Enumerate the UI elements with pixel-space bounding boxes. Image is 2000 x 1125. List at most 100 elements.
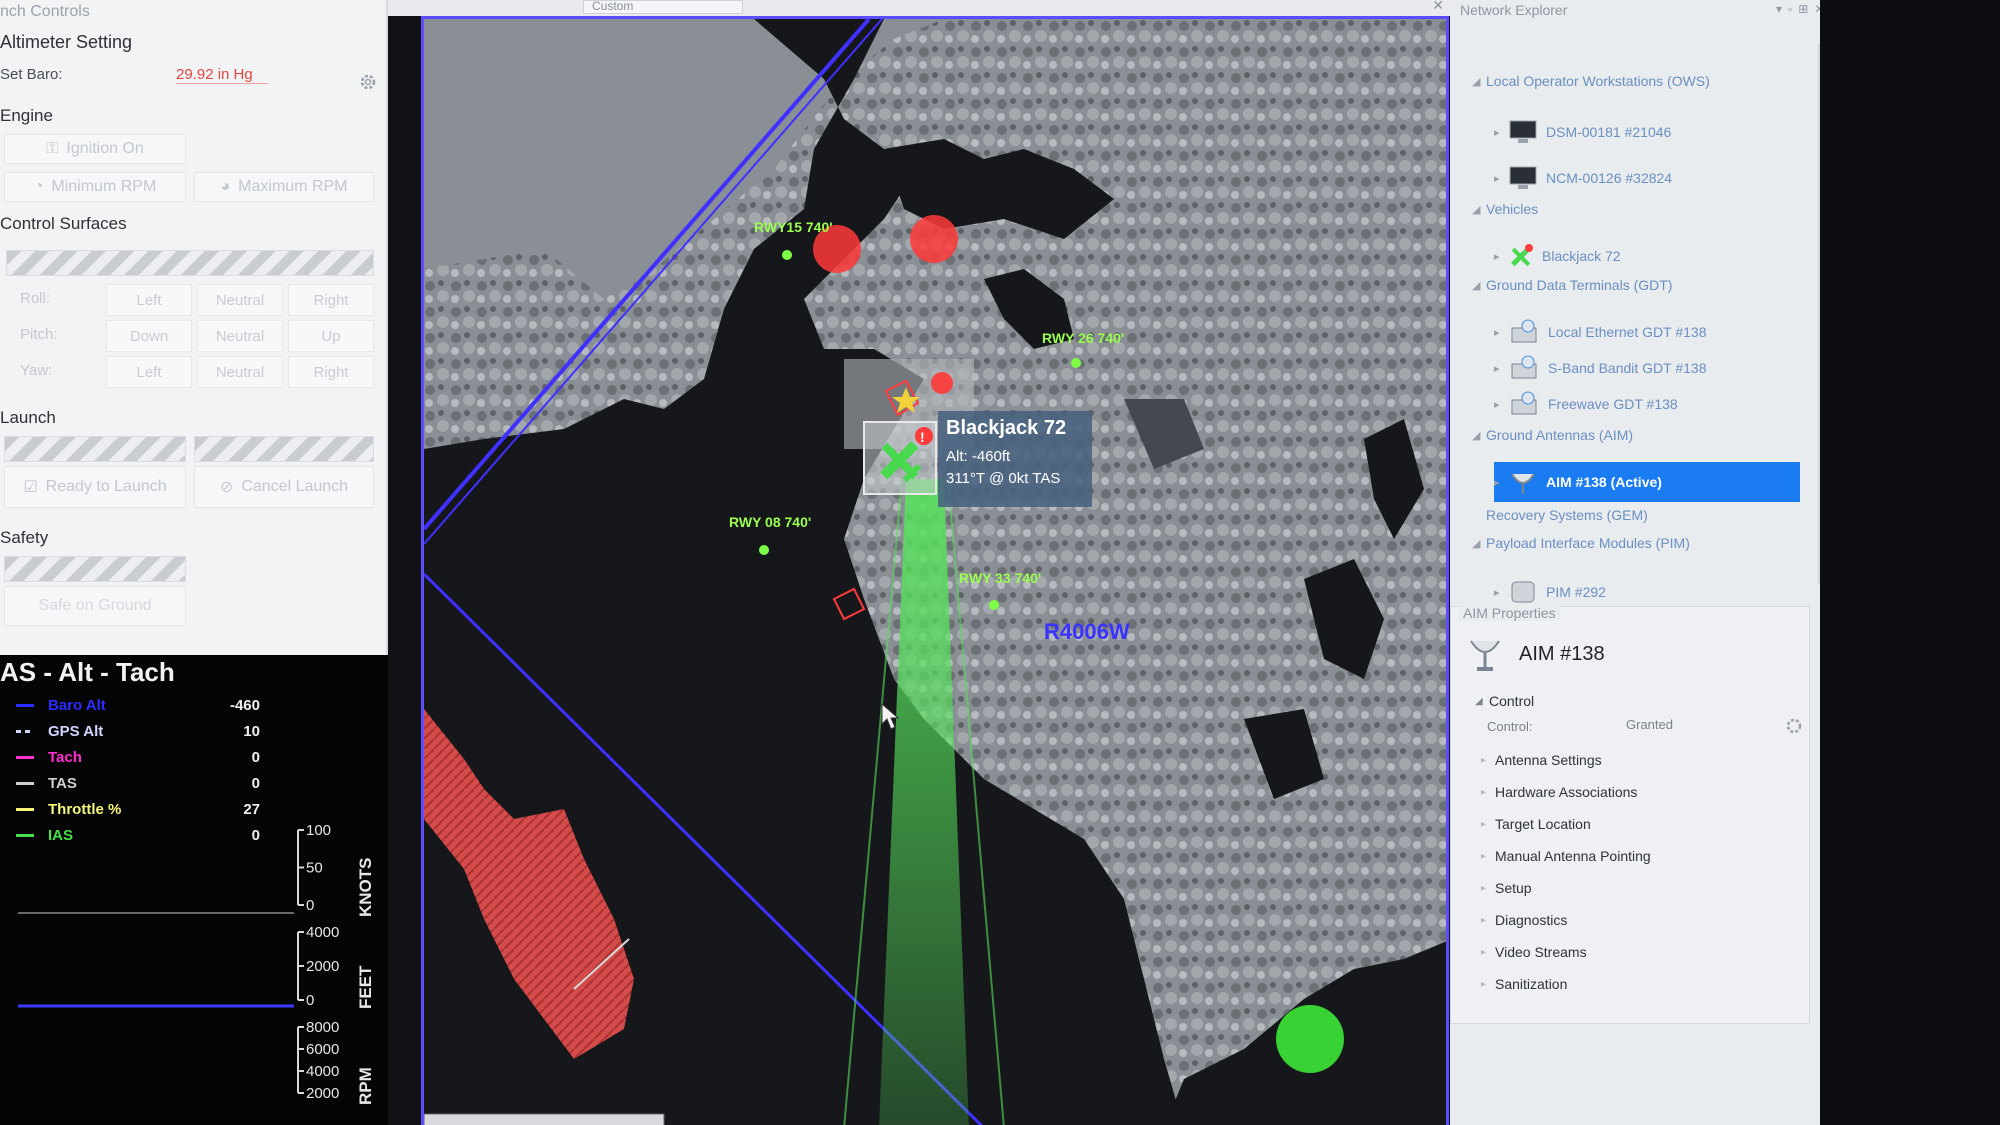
control-surface-button[interactable]: Down: [106, 320, 192, 352]
control-surface-button[interactable]: Right: [288, 284, 374, 316]
checkbox-icon: ☑: [23, 479, 38, 496]
collapse-caret-icon: ▸: [1481, 882, 1487, 894]
runway-point: [759, 545, 769, 555]
close-icon[interactable]: ✕: [1432, 0, 1444, 14]
collapse-caret-icon: ▸: [1481, 850, 1487, 862]
vehicle-name: Blackjack 72: [946, 417, 1067, 439]
ready-to-launch-button[interactable]: ☑ Ready to Launch: [4, 466, 186, 508]
minimum-rpm-button[interactable]: ◔ Minimum RPM: [4, 172, 186, 202]
control-surface-button[interactable]: Up: [288, 320, 374, 352]
launch-lock-bar: [4, 436, 186, 462]
control-surface-button[interactable]: Left: [106, 284, 192, 316]
tree-label: Ground Antennas (AIM): [1486, 427, 1634, 443]
collapse-caret-icon[interactable]: ▸: [1494, 398, 1508, 411]
control-surface-button[interactable]: Right: [288, 356, 374, 388]
property-section-row[interactable]: ▸ Diagnostics: [1481, 909, 1567, 931]
map-layer[interactable]: RWY15 740' RWY 26 740' RWY 08 740' RWY 3…: [424, 19, 1449, 1125]
threat-circle: [931, 372, 953, 394]
map-view[interactable]: Custom ✕ RWY15 740' RWY 26 740' RWY 08 7…: [388, 0, 1450, 1125]
expand-caret-icon[interactable]: ◢: [1472, 279, 1486, 292]
set-baro-value[interactable]: 29.92 in Hg: [176, 66, 268, 84]
map-canvas[interactable]: RWY15 740' RWY 26 740' RWY 08 740' RWY 3…: [421, 16, 1449, 1125]
cancel-launch-button[interactable]: ⊘ Cancel Launch: [194, 466, 374, 508]
y-tick-label: 4000: [306, 924, 339, 941]
control-label: Control:: [1487, 719, 1533, 734]
vehicle-altitude: Alt: -460ft: [946, 448, 1011, 465]
safe-on-ground-button[interactable]: Safe on Ground: [4, 586, 186, 626]
expand-caret-icon[interactable]: ◢: [1472, 429, 1486, 442]
network-tree: ◢ Local Operator Workstations (OWS) ▸ DSM-0…: [1450, 30, 1830, 603]
tree-item[interactable]: ▸ S-Band Bandit GDT #138: [1494, 348, 1707, 388]
tree-group[interactable]: ◢ Ground Data Terminals (GDT): [1472, 274, 1672, 296]
collapse-caret-icon[interactable]: ▸: [1494, 172, 1508, 185]
tree-label: Local Ethernet GDT #138: [1548, 324, 1707, 340]
property-section-row[interactable]: ▸ Antenna Settings: [1481, 749, 1602, 771]
terminal-icon: [1508, 354, 1540, 382]
control-surfaces-heading: Control Surfaces: [0, 214, 127, 233]
expand-caret-icon[interactable]: ◢: [1472, 75, 1486, 88]
control-surface-button[interactable]: Neutral: [197, 284, 283, 316]
runway-point: [989, 600, 999, 610]
maximum-rpm-button[interactable]: ◕ Maximum RPM: [194, 172, 374, 202]
control-surface-button[interactable]: Left: [106, 356, 192, 388]
restricted-area-label: R4006W: [1044, 619, 1130, 644]
runway-point: [1071, 358, 1081, 368]
collapse-caret-icon[interactable]: ▸: [1494, 250, 1508, 263]
telemetry-chart-panel: AS - Alt - Tach Baro Alt -460 GPS Alt 10 Tac…: [0, 655, 388, 1125]
property-section-row[interactable]: ▸ Manual Antenna Pointing: [1481, 845, 1651, 867]
property-section-row[interactable]: ▸ Sanitization: [1481, 973, 1567, 995]
tree-group[interactable]: ◢ Ground Antennas (AIM): [1472, 424, 1633, 446]
property-section-label: Target Location: [1495, 816, 1591, 832]
collapse-caret-icon: ▸: [1481, 978, 1487, 990]
y-tick-label: 100: [306, 822, 331, 839]
collapse-caret-icon[interactable]: ▸: [1494, 586, 1508, 599]
runway-label-26: RWY 26 740': [1042, 330, 1124, 346]
telemetry-chart: 100 50 0 4000 2000 0 8000 6000 4000 2000: [18, 822, 339, 1102]
control-surface-button[interactable]: Neutral: [197, 320, 283, 352]
control-surfaces-lock-bar: [6, 250, 374, 276]
tree-item[interactable]: ▸ DSM-00181 #21046: [1494, 112, 1671, 152]
tree-label: S-Band Bandit GDT #138: [1548, 360, 1707, 376]
tree-group[interactable]: ◢ Payload Interface Modules (PIM): [1472, 532, 1690, 554]
altimeter-heading: Altimeter Setting: [0, 32, 133, 52]
ground-control-station-screen: nch Controls Altimeter Setting Set Baro:…: [0, 0, 2000, 1125]
collapse-caret-icon[interactable]: ▸: [1494, 362, 1508, 375]
tree-item[interactable]: ▸ AIM #138 (Active): [1494, 462, 1800, 502]
gauge-icon: ◕: [220, 178, 231, 195]
monitor-icon: [1508, 119, 1538, 145]
property-section-row[interactable]: ▸ Target Location: [1481, 813, 1591, 835]
collapse-caret-icon: ▸: [1481, 754, 1487, 766]
tree-item[interactable]: ▸ Local Ethernet GDT #138: [1494, 312, 1707, 352]
gear-icon[interactable]: [358, 72, 378, 92]
expand-caret-icon[interactable]: ◢: [1472, 537, 1486, 550]
vehicle-heading: 311°T @ 0kt TAS: [946, 470, 1061, 487]
tree-item[interactable]: ▸ Freewave GDT #138: [1494, 384, 1678, 424]
cancel-lock-bar: [194, 436, 374, 462]
tree-group[interactable]: ◢ Vehicles: [1472, 198, 1538, 220]
tree-label: DSM-00181 #21046: [1546, 124, 1672, 140]
tree-item[interactable]: ▸ Blackjack 72: [1494, 236, 1621, 276]
network-explorer-title: Network Explorer: [1460, 2, 1568, 18]
property-section-row[interactable]: ▸ Setup: [1481, 877, 1532, 899]
collapse-caret-icon[interactable]: ▸: [1494, 326, 1508, 339]
tree-label: Recovery Systems (GEM): [1486, 507, 1648, 523]
property-section-label: Manual Antenna Pointing: [1495, 848, 1651, 864]
scale-bar: [424, 1113, 665, 1125]
gear-icon[interactable]: [1785, 717, 1803, 735]
tab-custom[interactable]: Custom: [583, 0, 743, 14]
collapse-caret-icon[interactable]: ▸: [1494, 476, 1508, 489]
tree-group[interactable]: ◢ Local Operator Workstations (OWS): [1472, 70, 1710, 92]
y-tick-label: 50: [306, 860, 323, 877]
control-section-header[interactable]: ◢ Control: [1475, 693, 1534, 709]
property-section-label: Hardware Associations: [1495, 784, 1638, 800]
collapse-caret-icon[interactable]: ▸: [1494, 126, 1508, 139]
property-section-row[interactable]: ▸ Video Streams: [1481, 941, 1587, 963]
expand-caret-icon[interactable]: ◢: [1472, 203, 1486, 216]
ignition-on-button[interactable]: ⚿ Ignition On: [4, 134, 186, 164]
tree-group[interactable]: Recovery Systems (GEM): [1472, 504, 1648, 526]
control-surface-button[interactable]: Neutral: [197, 356, 283, 388]
property-section-label: Setup: [1495, 880, 1532, 896]
tree-item[interactable]: ▸ NCM-00126 #32824: [1494, 158, 1672, 198]
property-section-row[interactable]: ▸ Hardware Associations: [1481, 781, 1637, 803]
monitor-icon: [1508, 165, 1538, 191]
